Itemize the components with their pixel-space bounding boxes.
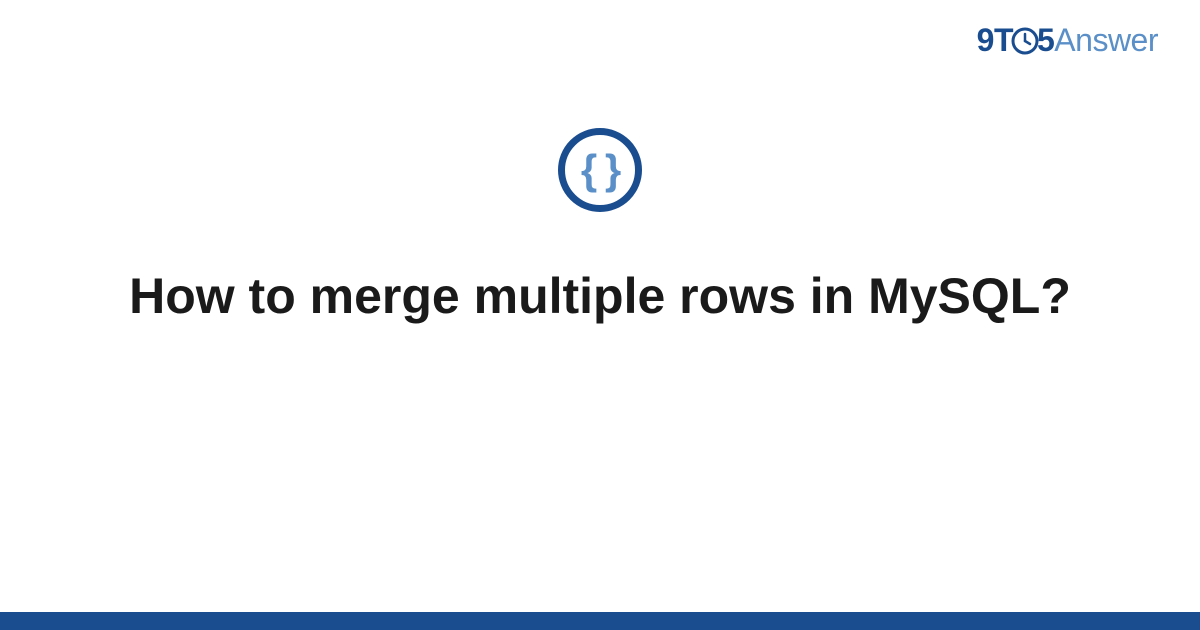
- question-title: How to merge multiple rows in MySQL?: [129, 264, 1071, 328]
- footer-accent-bar: [0, 612, 1200, 630]
- code-braces-glyph: { }: [581, 146, 619, 194]
- code-braces-icon: { }: [558, 128, 642, 212]
- site-header: 9T 5Answer: [977, 22, 1158, 59]
- clock-icon: [1011, 27, 1039, 55]
- logo-text-5: 5: [1037, 22, 1054, 58]
- logo-text-answer: Answer: [1054, 22, 1158, 58]
- logo-text-9t: 9T: [977, 22, 1013, 58]
- site-logo[interactable]: 9T 5Answer: [977, 22, 1158, 59]
- main-content: { } How to merge multiple rows in MySQL?: [0, 128, 1200, 328]
